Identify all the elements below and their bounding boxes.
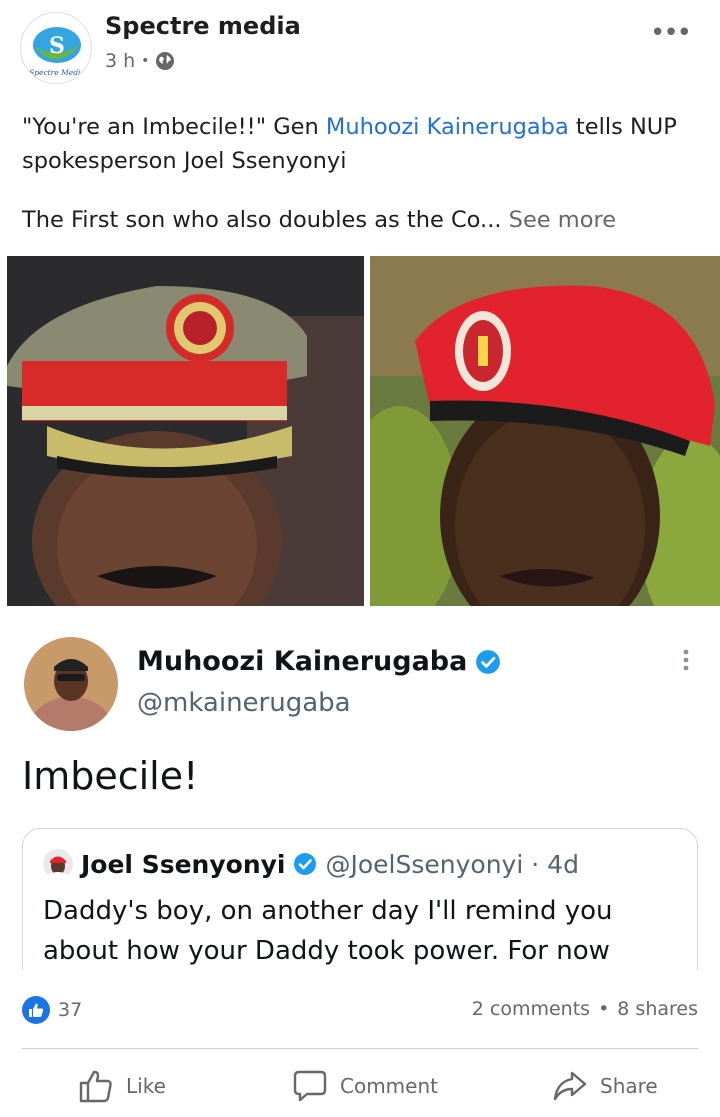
tweet-author-name[interactable]: Muhoozi Kainerugaba [137,646,467,677]
share-label: Share [600,1074,658,1098]
share-button[interactable]: Share [552,1068,658,1104]
thumbs-up-icon [79,1070,112,1103]
comment-label: Comment [340,1074,438,1098]
photo-spokesperson[interactable] [370,256,720,606]
caption-second-text: The First son who also doubles as the Co… [22,207,502,233]
spokesperson-portrait-image [370,256,720,606]
spectre-media-logo-icon: S Spectre Media [22,14,91,83]
see-more-link[interactable]: See more [509,207,616,233]
page-avatar[interactable]: S Spectre Media [20,12,92,84]
logo-lettering: Spectre Media [29,68,85,77]
reactions-summary[interactable]: 37 [22,996,82,1024]
share-arrow-icon [553,1071,587,1101]
comment-button[interactable]: Comment [292,1068,438,1104]
caption-quote: "You're an Imbecile!!" Gen [22,114,326,140]
action-bar: Like Comment Share [0,1062,720,1116]
quoted-tweet[interactable]: Joel Ssenyonyi @JoelSsenyonyi · 4d Daddy… [22,828,698,970]
shares-count[interactable]: 8 shares [617,998,698,1020]
general-portrait-image [7,256,364,606]
more-options-icon[interactable]: ••• [650,18,692,48]
comment-icon [293,1070,327,1102]
post-caption: "You're an Imbecile!!" Gen Muhoozi Kaine… [22,110,702,178]
like-button[interactable]: Like [78,1068,166,1104]
globe-icon [156,52,175,70]
quoted-author-handle: @JoelSsenyonyi [325,849,524,879]
svg-text:S: S [49,33,65,59]
page-name[interactable]: Spectre media [105,12,301,40]
divider [22,1048,698,1049]
tweet-more-icon[interactable] [682,648,690,676]
stats-separator: • [598,998,610,1020]
reaction-count: 37 [58,999,83,1021]
tweet-text: Imbecile! [22,754,199,798]
tweet-author: Muhoozi Kainerugaba [137,646,501,677]
verified-badge-icon [294,853,317,875]
tweet-author-handle[interactable]: @mkainerugaba [137,688,351,718]
post-caption-second: The First son who also doubles as the Co… [22,203,712,237]
post-header: S Spectre Media Spectre media 3 h • ••• [0,0,720,90]
post-time[interactable]: 3 h [105,50,135,72]
like-reaction-icon [22,996,50,1024]
meta-separator: • [141,53,150,69]
quoted-tweet-header: Joel Ssenyonyi @JoelSsenyonyi · 4d [43,849,579,879]
photo-general[interactable] [7,256,364,606]
like-label: Like [126,1074,166,1098]
verified-badge-icon [476,649,501,674]
author-photo-image [24,637,118,731]
comments-count[interactable]: 2 comments [472,998,590,1020]
quoted-tweet-text: Daddy's boy, on another day I'll remind … [43,896,613,966]
quoted-author-name: Joel Ssenyonyi [81,849,286,879]
caption-mention-link[interactable]: Muhoozi Kainerugaba [326,114,569,140]
tweet-author-avatar[interactable] [24,637,118,731]
engagement-stats: 2 comments • 8 shares [472,998,698,1020]
quoted-author-avatar [43,849,73,879]
post-meta: 3 h • [105,50,175,72]
quoted-tweet-time: · 4d [531,849,579,879]
